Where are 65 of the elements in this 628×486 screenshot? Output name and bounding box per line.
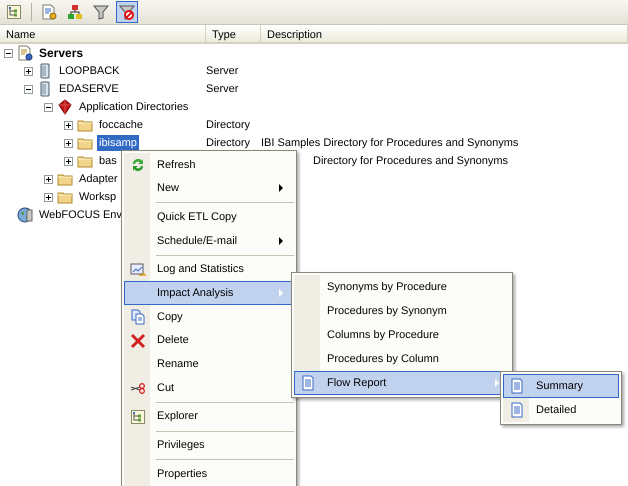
description-cell-text: Directory for Procedures and Synonyms [312, 154, 508, 169]
description-cell-text: IBI Samples Directory for Procedures and Synonyms [261, 136, 518, 151]
collapse-icon[interactable] [24, 84, 33, 94]
document-gear-icon [41, 4, 57, 20]
menu-item[interactable]: Explorer [124, 404, 294, 429]
expand-icon[interactable] [64, 138, 73, 148]
expand-icon[interactable] [64, 120, 73, 130]
menu-item[interactable]: Properties [124, 462, 294, 486]
column-header[interactable]: Name [0, 25, 206, 42]
tree-item-label[interactable]: bas [97, 152, 119, 170]
tree-item-label[interactable]: Application Directories [77, 98, 190, 116]
tree-item-label[interactable]: LOOPBACK [57, 62, 122, 80]
menu-item[interactable]: Rename [124, 352, 294, 376]
menu-item[interactable]: Procedures by Column [294, 347, 510, 371]
column-header[interactable]: Description [261, 25, 628, 42]
menu-item[interactable]: Schedule/E-mail [124, 229, 294, 253]
menu-item[interactable]: Procedures by Synonym [294, 299, 510, 323]
menu-item[interactable]: Quick ETL Copy [124, 205, 294, 230]
menu-item[interactable]: Summary [503, 374, 619, 398]
menu-item[interactable]: New [124, 176, 294, 200]
scissors-icon [130, 380, 146, 396]
menu-item[interactable]: Privileges [124, 434, 294, 458]
column-header[interactable]: Type [206, 25, 261, 42]
tree-item-label[interactable]: WebFOCUS Env [37, 206, 124, 224]
expand-icon[interactable] [64, 156, 73, 166]
document-icon [300, 375, 316, 391]
hierarchy-icon [67, 4, 83, 20]
toolbar-button[interactable] [116, 1, 138, 23]
menu-item[interactable]: Columns by Procedure [294, 323, 510, 347]
document-gear-icon [17, 45, 33, 61]
type-cell: Server [206, 82, 238, 95]
filter-off-icon [119, 4, 135, 20]
document-icon [509, 378, 525, 394]
expand-icon[interactable] [44, 174, 53, 184]
tree-item-label[interactable]: EDASERVE [57, 80, 121, 98]
type-cell: Directory [206, 136, 250, 149]
tree-item-label[interactable]: Servers [37, 44, 86, 62]
collapse-icon[interactable] [44, 102, 53, 112]
collapse-icon[interactable] [4, 48, 13, 58]
type-cell: Directory [206, 118, 250, 131]
menu-item[interactable]: Impact Analysis [124, 281, 294, 306]
gem-icon [57, 99, 73, 115]
tree-item-label[interactable]: ibisamp [97, 134, 139, 152]
expand-icon[interactable] [24, 66, 33, 76]
type-cell: Server [206, 64, 238, 77]
expand-icon[interactable] [44, 192, 53, 202]
tree-icon [130, 408, 146, 425]
menu-item[interactable]: Delete [124, 328, 294, 352]
refresh-icon [130, 156, 146, 173]
tree-item-label[interactable]: foccache [97, 116, 146, 134]
globe-icon [17, 207, 33, 223]
filter-icon [93, 4, 109, 20]
chart-window-icon [130, 262, 146, 278]
menu-item[interactable]: Detailed [503, 398, 619, 422]
menu-item[interactable]: Log and Statistics [124, 258, 294, 282]
copy-icon [130, 308, 146, 325]
tree-icon [6, 4, 22, 20]
menu-item[interactable]: Cut [124, 376, 294, 400]
menu-item[interactable]: Synonyms by Procedure [294, 275, 510, 299]
menu-item[interactable]: Copy [124, 305, 294, 329]
tree-item-label[interactable]: Worksp [77, 188, 118, 206]
menu-item[interactable]: Refresh [124, 153, 294, 177]
delete-icon [130, 332, 146, 349]
document-icon [509, 402, 525, 418]
tree-item-label[interactable]: Adapter [77, 170, 120, 188]
